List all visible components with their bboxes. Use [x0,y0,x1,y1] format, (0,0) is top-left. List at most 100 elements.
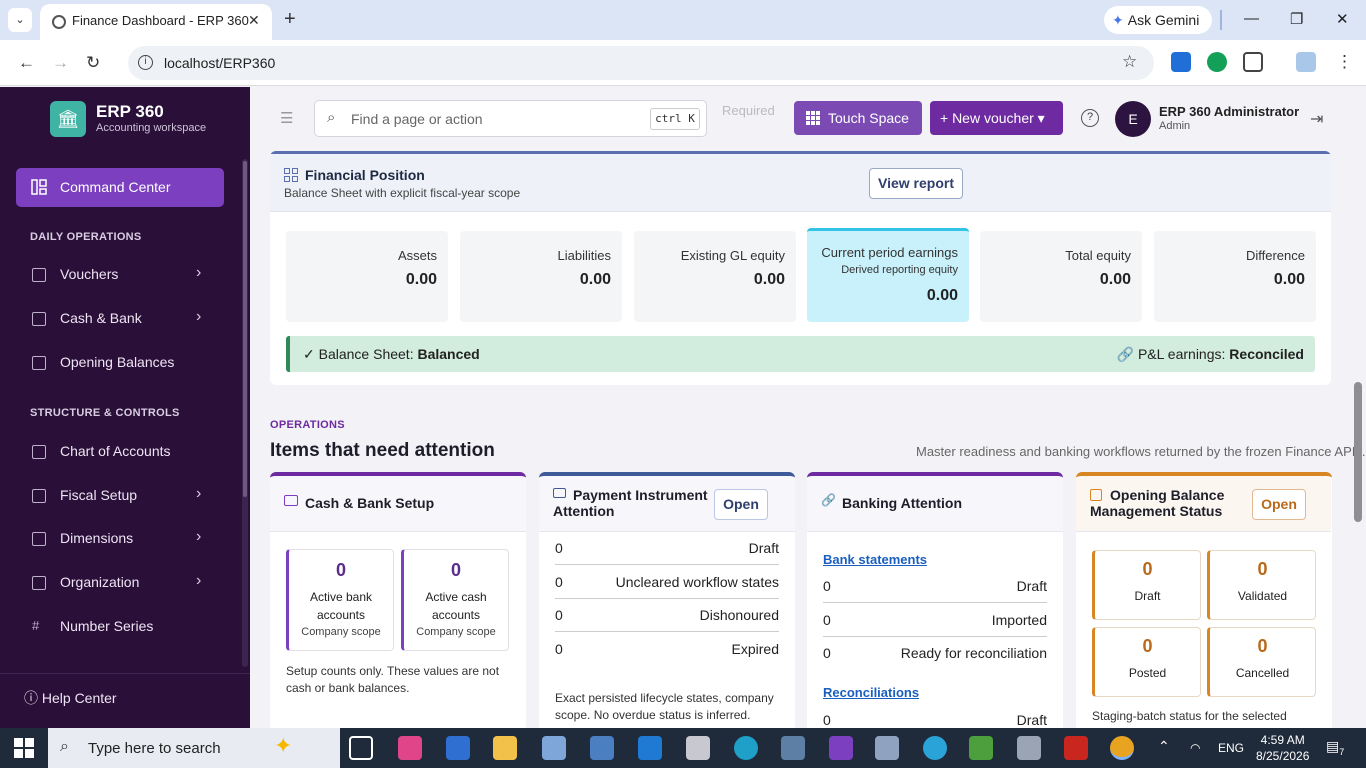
browser-tab-active[interactable]: Finance Dashboard - ERP 360 ✕ [40,4,272,40]
sidebar-item-command-center[interactable]: Command Center [16,168,224,207]
omnibox[interactable]: i localhost/ERP360 ☆ [128,46,1154,80]
browser-menu-icon[interactable]: ⋮ [1336,52,1353,72]
status-posted-box[interactable]: 0 Posted [1092,627,1201,697]
vscode-icon[interactable] [638,736,662,760]
forward-arrow-icon[interactable]: → [52,53,69,73]
list-item[interactable]: 0 Dishonoured [555,599,779,632]
open-button[interactable]: Open [714,489,768,520]
window-close-icon[interactable]: ✕ [1336,10,1349,28]
app-blue-icon[interactable] [446,736,470,760]
grammarly-icon[interactable] [1207,52,1227,72]
extension-gear-icon[interactable] [1171,52,1191,72]
active-cash-accounts-box[interactable]: 0 Active cash accounts Company scope [401,549,509,651]
app-c-icon[interactable] [923,736,947,760]
logout-icon[interactable]: ⇥ [1310,109,1323,129]
payment-instrument-card: Payment Instrument Attention Open 0 Draft… [539,472,795,728]
list-item[interactable]: 0 Expired [555,633,779,666]
tab-close-icon[interactable]: ✕ [248,12,260,29]
hierarchy-icon [32,445,46,459]
list-item[interactable]: 0 Uncleared workflow states [555,566,779,599]
back-arrow-icon[interactable]: ← [18,53,35,73]
task-view-icon[interactable] [349,736,373,760]
postgres-icon[interactable] [781,736,805,760]
ledger-icon [32,356,46,370]
copilot-app-icon[interactable] [398,736,422,760]
language-indicator[interactable]: ENG [1218,741,1244,755]
sidebar-item-opening-balances[interactable]: Opening Balances [16,345,224,381]
app-notepad-icon[interactable] [969,736,993,760]
card-header: Payment Instrument Attention Open [539,476,795,532]
bank-statements-link[interactable]: Bank statements [823,552,927,567]
help-center-link[interactable]: ⓘ Help Center [24,688,117,708]
maximize-icon[interactable]: ❐ [1290,10,1303,28]
file-explorer-icon[interactable] [493,736,517,760]
status-validated-box[interactable]: 0 Validated [1207,550,1316,620]
wifi-icon[interactable]: ◠ [1190,741,1200,755]
app-tool-icon[interactable] [686,736,710,760]
metric-label: Current period earnings [821,245,958,260]
pl-earnings-status: 🔗 P&L earnings: Reconciled [1117,346,1304,363]
view-report-button[interactable]: View report [869,168,963,199]
sidebar-scroll-thumb[interactable] [243,161,247,497]
footnote: Staging-batch status for the selected [1092,709,1287,723]
profile-icon[interactable] [1296,52,1316,72]
new-voucher-button[interactable]: + New voucher ▾ [930,101,1063,135]
app-database-icon[interactable] [1017,736,1041,760]
list-item[interactable]: 0 Draft [823,570,1047,603]
filezilla-icon[interactable] [1064,736,1088,760]
app-monitor-icon[interactable] [875,736,899,760]
notification-icon[interactable]: ▤7 [1326,738,1344,757]
list-item[interactable]: 0 Draft [823,704,1047,728]
sidebar-item-fiscal-setup[interactable]: Fiscal Setup › [16,478,224,514]
sidebar-item-chart-of-accounts[interactable]: Chart of Accounts [16,434,224,470]
opening-balance-card: Opening Balance Management Status Open 0… [1076,472,1332,728]
edge-icon[interactable] [734,736,758,760]
list-item[interactable]: 0 Imported [823,604,1047,637]
tab-search-button[interactable]: ⌄ [8,8,32,32]
reconciliations-link[interactable]: Reconciliations [823,685,919,700]
sidebar-item-dimensions[interactable]: Dimensions › [16,521,224,557]
list-item[interactable]: 0 Draft [555,532,779,565]
sidebar-item-vouchers[interactable]: Vouchers › [16,257,224,293]
site-info-icon[interactable]: i [138,55,153,70]
banking-attention-card: 🔗 Banking Attention Bank statements 0 Dra… [807,472,1063,728]
sidebar-item-organization[interactable]: Organization › [16,565,224,601]
list-item[interactable]: 0 Ready for reconciliation [823,637,1047,670]
windows-start-icon[interactable] [14,738,34,758]
taskbar-search[interactable]: ⌕ Type here to search ✦ [48,728,340,768]
status-cancelled-box[interactable]: 0 Cancelled [1207,627,1316,697]
ask-gemini-button[interactable]: ✦ Ask Gemini [1104,6,1212,34]
main-content: ☰ ⌕ Find a page or action ctrl K Require… [250,87,1366,728]
open-button[interactable]: Open [1252,489,1306,520]
avatar[interactable]: E [1115,101,1151,137]
chevron-up-icon[interactable]: ⌃ [1158,738,1170,755]
menu-toggle-icon[interactable]: ☰ [280,109,293,127]
bookmark-star-icon[interactable]: ☆ [1122,52,1137,72]
count: 0 [1257,636,1268,656]
extensions-puzzle-icon[interactable] [1243,52,1263,72]
active-bank-accounts-box[interactable]: 0 Active bank accounts Company scope [286,549,394,651]
tabbar-divider [1220,10,1222,30]
sidebar-item-number-series[interactable]: # Number Series [16,609,224,645]
balance-label: Balance Sheet: [318,346,414,362]
sidebar-item-label: Opening Balances [60,354,175,370]
chrome-icon[interactable] [1110,736,1134,760]
operations-title: Items that need attention [270,440,495,461]
app-window-icon[interactable] [590,736,614,760]
grid-icon [32,532,46,546]
reload-icon[interactable]: ↻ [86,53,100,73]
new-tab-button[interactable]: + [284,8,296,31]
help-question-icon[interactable]: ? [1081,109,1099,127]
help-center-label: Help Center [41,690,117,706]
touch-space-button[interactable]: Touch Space [794,101,922,135]
sidebar-item-cash-bank[interactable]: Cash & Bank › [16,301,224,337]
url-text[interactable]: localhost/ERP360 [164,55,275,71]
app-folder-icon[interactable] [542,736,566,760]
page-scroll-thumb[interactable] [1354,382,1362,522]
chevron-right-icon: › [196,485,202,502]
taskbar-clock[interactable]: 4:59 AM 8/25/2026 [1256,732,1309,764]
search-input[interactable]: ⌕ Find a page or action ctrl K [314,100,707,137]
status-draft-box[interactable]: 0 Draft [1092,550,1201,620]
visual-studio-icon[interactable] [829,736,853,760]
minimize-icon[interactable]: — [1244,10,1259,27]
